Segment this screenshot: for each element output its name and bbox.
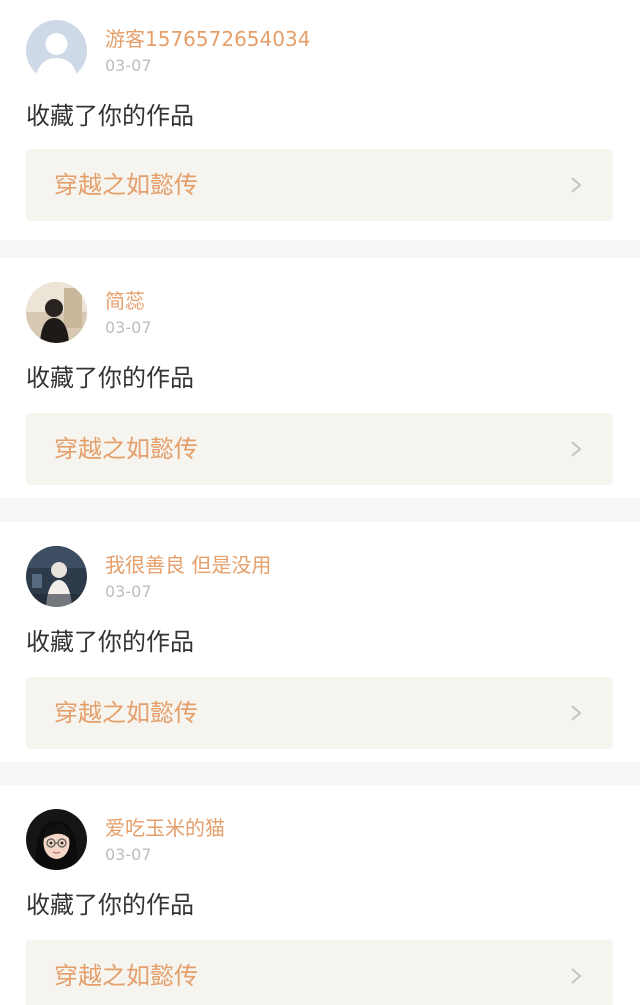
default-avatar-icon xyxy=(26,20,87,81)
notification-card: 简蕊 03-07 收藏了你的作品 穿越之如懿传 xyxy=(0,258,640,498)
notification-card: 爱吃玉米的猫 03-07 收藏了你的作品 穿越之如懿传 xyxy=(0,785,640,1005)
work-link[interactable]: 穿越之如懿传 xyxy=(26,677,613,749)
username[interactable]: 游客1576572654034 xyxy=(105,26,310,52)
action-text: 收藏了你的作品 xyxy=(26,102,194,130)
avatar[interactable] xyxy=(26,20,87,81)
action-text: 收藏了你的作品 xyxy=(26,628,194,656)
avatar[interactable] xyxy=(26,282,87,343)
action-text: 收藏了你的作品 xyxy=(26,364,194,392)
work-title: 穿越之如懿传 xyxy=(54,962,198,990)
date: 03-07 xyxy=(105,56,152,75)
notification-feed: 游客1576572654034 03-07 收藏了你的作品 穿越之如懿传 简蕊 … xyxy=(0,0,640,1005)
avatar[interactable] xyxy=(26,809,87,870)
chevron-right-icon xyxy=(571,705,582,721)
chevron-right-icon xyxy=(571,441,582,457)
username[interactable]: 我很善良 但是没用 xyxy=(105,552,271,578)
date: 03-07 xyxy=(105,318,152,337)
work-title: 穿越之如懿传 xyxy=(54,435,198,463)
date: 03-07 xyxy=(105,582,152,601)
action-text: 收藏了你的作品 xyxy=(26,891,194,919)
work-link[interactable]: 穿越之如懿传 xyxy=(26,149,613,221)
work-link[interactable]: 穿越之如懿传 xyxy=(26,940,613,1005)
chevron-right-icon xyxy=(571,968,582,984)
username[interactable]: 爱吃玉米的猫 xyxy=(105,815,225,841)
username[interactable]: 简蕊 xyxy=(105,288,145,314)
work-link[interactable]: 穿越之如懿传 xyxy=(26,413,613,485)
notification-card: 游客1576572654034 03-07 收藏了你的作品 穿越之如懿传 xyxy=(0,0,640,240)
cartoon-avatar xyxy=(26,809,87,870)
notification-card: 我很善良 但是没用 03-07 收藏了你的作品 穿越之如懿传 xyxy=(0,522,640,762)
avatar[interactable] xyxy=(26,546,87,607)
work-title: 穿越之如懿传 xyxy=(54,699,198,727)
chevron-right-icon xyxy=(571,177,582,193)
work-title: 穿越之如懿传 xyxy=(54,171,198,199)
photo-avatar xyxy=(26,282,87,343)
date: 03-07 xyxy=(105,845,152,864)
photo-avatar xyxy=(26,546,87,607)
